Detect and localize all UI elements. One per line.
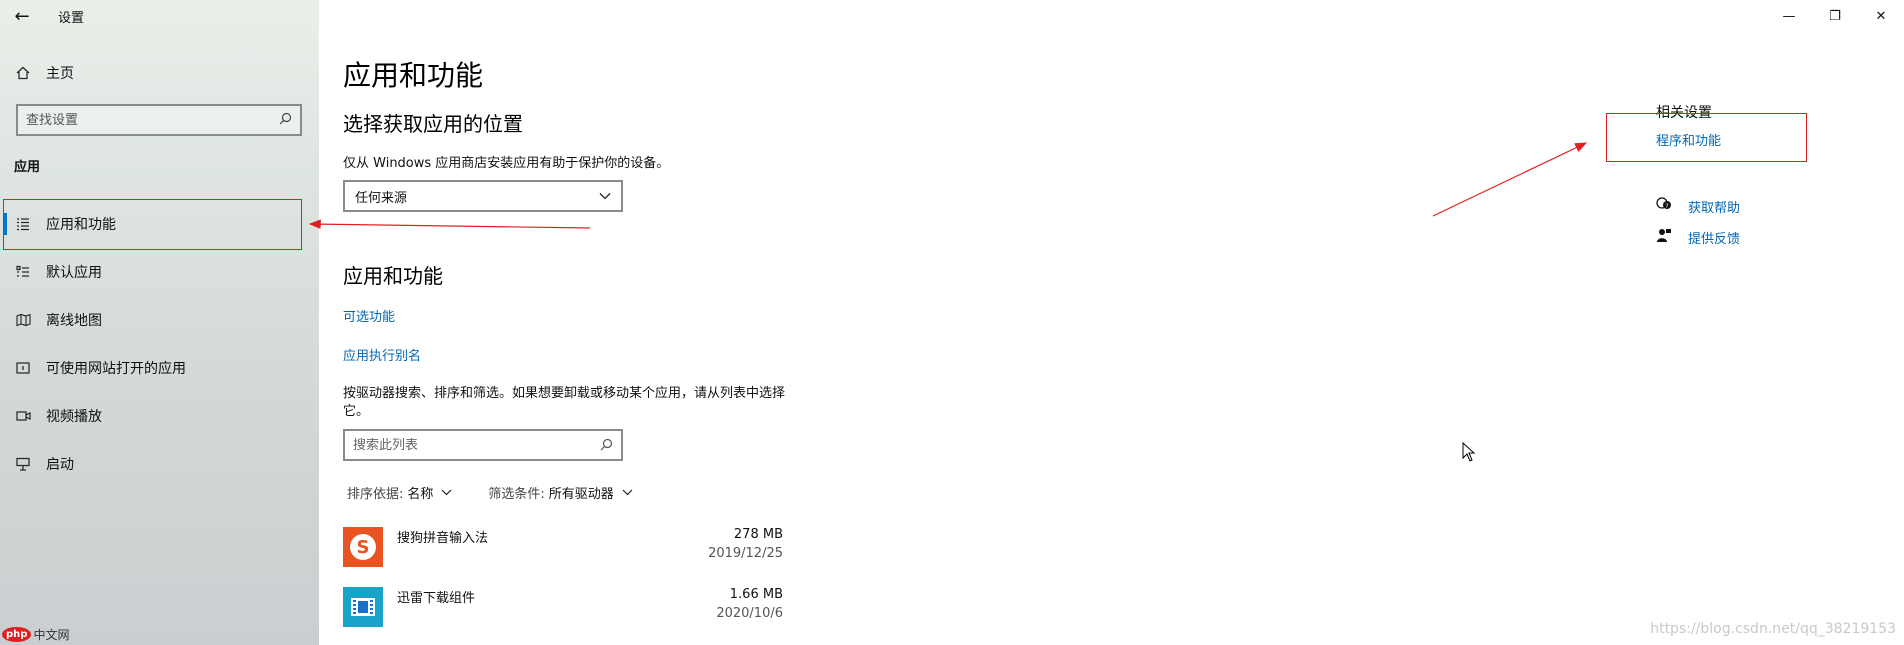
video-icon [0, 410, 46, 422]
settings-search-input[interactable] [26, 112, 266, 128]
svg-text:?: ? [1665, 203, 1668, 210]
search-icon[interactable] [600, 436, 613, 455]
sidebar-item-default-apps[interactable]: 默认应用 [0, 248, 319, 296]
filter-value: 所有驱动器 [548, 487, 614, 502]
app-list-item-sogou[interactable]: S 搜狗拼音输入法 278 MB 2019/12/25 [343, 527, 783, 575]
choose-source-description: 仅从 Windows 应用商店安装应用有助于保护你的设备。 [343, 156, 670, 171]
sidebar-item-label: 主页 [46, 66, 74, 82]
web-apps-icon [0, 361, 46, 375]
startup-icon [0, 457, 46, 471]
php-logo-text: 中文网 [33, 628, 70, 642]
minimize-icon: — [1782, 8, 1796, 24]
get-help-link[interactable]: ? 获取帮助 [1656, 196, 1740, 216]
choose-source-heading: 选择获取应用的位置 [343, 112, 523, 136]
sidebar-item-label: 可使用网站打开的应用 [46, 361, 186, 377]
get-help-label: 获取帮助 [1688, 200, 1741, 216]
annotation-box-apps-features [3, 199, 302, 250]
svg-text:S: S [357, 537, 370, 558]
annotation-arrow-right [1432, 142, 1588, 217]
search-icon[interactable] [279, 112, 292, 129]
close-icon: ✕ [1875, 8, 1887, 24]
sort-value: 名称 [407, 487, 434, 502]
filter-label: 筛选条件: [488, 487, 545, 502]
sort-label: 排序依据: [347, 487, 404, 502]
page-title: 应用和功能 [343, 59, 484, 92]
apps-list-search-box[interactable] [343, 429, 623, 461]
app-title: 设置 [58, 10, 85, 26]
sogou-icon: S [343, 527, 383, 567]
apps-list-search-input[interactable] [353, 437, 583, 453]
php-badge: php [2, 627, 32, 642]
maximize-button[interactable]: ❐ [1812, 0, 1858, 32]
watermark-url: https://blog.csdn.net/qq_38219153 [1650, 621, 1896, 637]
back-button[interactable]: ← [0, 0, 44, 32]
back-arrow-icon: ← [14, 5, 30, 27]
sidebar: ← 设置 主页 应用 应用和功能 默认应用 [0, 0, 319, 645]
xunlei-icon [343, 587, 383, 627]
apps-features-heading: 应用和功能 [343, 264, 443, 288]
app-date: 2019/12/25 [708, 546, 783, 561]
minimize-button[interactable]: — [1766, 0, 1812, 32]
app-size: 1.66 MB [729, 587, 783, 602]
feedback-person-icon [1656, 227, 1688, 247]
sidebar-item-label: 视频播放 [46, 409, 102, 425]
mouse-cursor-icon [1462, 442, 1476, 462]
dropdown-value: 任何来源 [355, 190, 408, 206]
annotation-box-programs-features [1606, 113, 1807, 162]
apps-search-instructions: 按驱动器搜索、排序和筛选。如果想要卸载或移动某个应用，请从列表中选择它。 [343, 386, 786, 419]
sidebar-item-offline-maps[interactable]: 离线地图 [0, 296, 319, 344]
app-name: 迅雷下载组件 [397, 591, 476, 606]
sidebar-item-label: 启动 [46, 457, 74, 473]
default-apps-icon [0, 265, 46, 279]
app-source-dropdown[interactable]: 任何来源 [343, 180, 623, 212]
chevron-down-icon [441, 486, 452, 499]
filter-dropdown[interactable]: 筛选条件: 所有驱动器 [488, 483, 633, 502]
help-chat-icon: ? [1656, 196, 1688, 216]
php-cn-logo: php 中文网 [2, 626, 69, 643]
sidebar-section-label: 应用 [14, 160, 41, 175]
app-list-item-xunlei[interactable]: 迅雷下载组件 1.66 MB 2020/10/6 [343, 587, 783, 635]
window-controls: — ❐ ✕ [1766, 0, 1904, 32]
give-feedback-link[interactable]: 提供反馈 [1656, 227, 1740, 247]
chevron-down-icon [599, 189, 611, 204]
title-bar-left: ← 设置 [0, 0, 319, 32]
close-button[interactable]: ✕ [1858, 0, 1904, 32]
annotation-arrow-left [308, 219, 591, 229]
app-name: 搜狗拼音输入法 [397, 531, 489, 546]
sidebar-item-startup[interactable]: 启动 [0, 440, 319, 488]
sidebar-item-web-apps[interactable]: 可使用网站打开的应用 [0, 344, 319, 392]
map-icon [0, 313, 46, 327]
app-meta: 278 MB 2019/12/25 [708, 527, 783, 575]
app-size: 278 MB [733, 527, 783, 542]
sort-dropdown[interactable]: 排序依据: 名称 [347, 483, 452, 502]
home-icon [0, 66, 46, 80]
sidebar-item-label: 默认应用 [46, 265, 102, 281]
optional-features-link[interactable]: 可选功能 [343, 306, 395, 325]
app-meta: 1.66 MB 2020/10/6 [716, 587, 783, 635]
app-date: 2020/10/6 [716, 606, 783, 621]
settings-search-box[interactable] [16, 104, 302, 136]
sidebar-item-home[interactable]: 主页 [0, 56, 319, 90]
sort-filter-row: 排序依据: 名称 筛选条件: 所有驱动器 [347, 483, 669, 502]
give-feedback-label: 提供反馈 [1688, 231, 1741, 247]
sidebar-item-label: 离线地图 [46, 313, 102, 329]
app-alias-link[interactable]: 应用执行别名 [343, 345, 421, 364]
chevron-down-icon [622, 486, 633, 499]
restore-icon: ❐ [1829, 8, 1841, 24]
sidebar-item-video-playback[interactable]: 视频播放 [0, 392, 319, 440]
